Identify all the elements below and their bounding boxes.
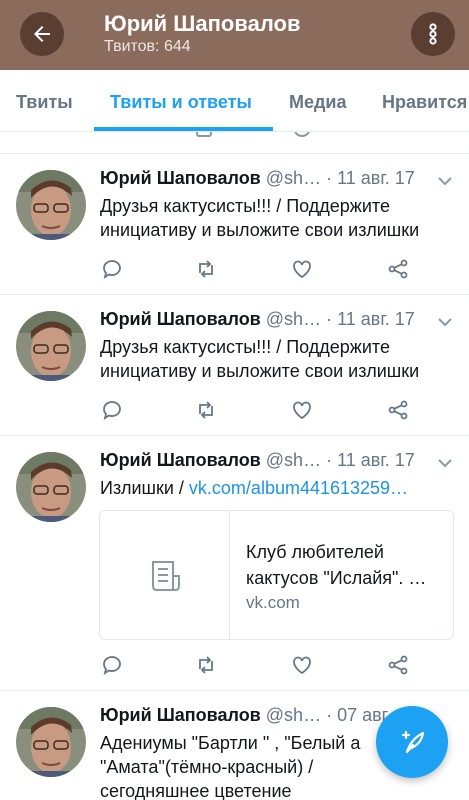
card-thumbnail	[100, 511, 230, 639]
retweet-icon[interactable]	[194, 653, 218, 677]
chevron-down-icon[interactable]	[437, 176, 453, 186]
tweet-count: Твитов: 644	[104, 38, 191, 55]
author-handle: @sh…	[265, 705, 322, 725]
share-icon[interactable]	[386, 398, 410, 422]
previous-tweet-actions-partial	[0, 132, 469, 154]
tweet-text: Друзья кактусисты!!! / Поддержите инициа…	[100, 196, 420, 240]
tweet-actions	[0, 653, 469, 677]
tweet-actions	[0, 257, 469, 281]
tweet-header: Юрий Шаповалов @sh… · 11 авг. 17	[100, 168, 415, 189]
like-icon[interactable]	[290, 653, 314, 677]
tab-likes[interactable]: Нравится	[382, 92, 467, 113]
chevron-down-icon[interactable]	[437, 317, 453, 327]
tweet-date: · 11 авг. 17	[326, 168, 415, 188]
tweet-actions	[0, 398, 469, 422]
tab-tweets-and-replies[interactable]: Твиты и ответы	[110, 92, 252, 113]
tweet-header: Юрий Шаповалов @sh… · 11 авг. 17	[100, 450, 415, 471]
tweet-header: Юрий Шаповалов @sh… · 11 авг. 17	[100, 309, 415, 330]
like-icon[interactable]	[290, 257, 314, 281]
profile-name-title: Юрий Шаповалов	[104, 11, 301, 36]
tweet-item[interactable]: Юрий Шаповалов @sh… · 11 авг. 17 Друзья …	[0, 154, 469, 295]
arrow-left-icon	[34, 26, 50, 42]
reply-icon[interactable]	[100, 653, 124, 677]
tweet-date: · 11 авг. 17	[326, 309, 415, 329]
reply-icon[interactable]	[100, 398, 124, 422]
tweet-text: Излишки / vk.com/album441613259…	[100, 476, 460, 500]
like-icon	[294, 132, 310, 137]
card-domain: vk.com	[246, 593, 300, 612]
tweet-item[interactable]: Юрий Шаповалов @sh… · 11 авг. 17 Излишки…	[0, 436, 469, 691]
author-name[interactable]: Юрий Шаповалов	[100, 450, 261, 470]
document-icon	[151, 561, 180, 591]
retweet-icon	[196, 132, 212, 137]
link-preview-card[interactable]: Клуб любителей кактусов "Ислайя". … vk.c…	[99, 510, 454, 640]
app-bar: Юрий Шаповалов Твитов: 644	[0, 0, 469, 70]
retweet-icon[interactable]	[194, 257, 218, 281]
more-vertical-icon	[429, 23, 437, 45]
more-options-button[interactable]	[411, 12, 455, 56]
active-tab-indicator	[94, 127, 273, 131]
like-icon[interactable]	[290, 398, 314, 422]
author-handle: @sh…	[265, 450, 322, 470]
tweet-item[interactable]: Юрий Шаповалов @sh… · 11 авг. 17 Друзья …	[0, 295, 469, 436]
retweet-icon[interactable]	[194, 398, 218, 422]
avatar[interactable]	[16, 707, 86, 777]
card-title: Клуб любителей кактусов "Ислайя". …	[246, 542, 427, 588]
back-button[interactable]	[20, 12, 64, 56]
tweet-link[interactable]: vk.com/album441613259…	[189, 478, 408, 498]
tab-media[interactable]: Медиа	[289, 92, 347, 113]
avatar[interactable]	[16, 452, 86, 522]
author-name[interactable]: Юрий Шаповалов	[100, 705, 261, 725]
tweet-text: Адениумы "Бартли " , "Белый а "Амата"(тё…	[100, 733, 361, 800]
share-icon[interactable]	[386, 653, 410, 677]
author-handle: @sh…	[265, 309, 322, 329]
tab-tweets[interactable]: Твиты	[16, 92, 73, 113]
tweet-date: · 11 авг. 17	[326, 450, 415, 470]
chevron-down-icon[interactable]	[437, 458, 453, 468]
author-name[interactable]: Юрий Шаповалов	[100, 309, 261, 329]
avatar[interactable]	[16, 170, 86, 240]
profile-tabs: Твиты Твиты и ответы Медиа Нравится	[0, 70, 469, 132]
avatar[interactable]	[16, 311, 86, 381]
compose-feather-icon	[401, 730, 425, 754]
compose-tweet-button[interactable]	[376, 706, 448, 778]
author-name[interactable]: Юрий Шаповалов	[100, 168, 261, 188]
author-handle: @sh…	[265, 168, 322, 188]
tweet-text-prefix: Излишки /	[100, 478, 189, 498]
tweet-text: Друзья кактусисты!!! / Поддержите инициа…	[100, 337, 420, 381]
reply-icon[interactable]	[100, 257, 124, 281]
share-icon[interactable]	[386, 257, 410, 281]
tweet-header: Юрий Шаповалов @sh… · 07 авг.	[100, 705, 391, 726]
